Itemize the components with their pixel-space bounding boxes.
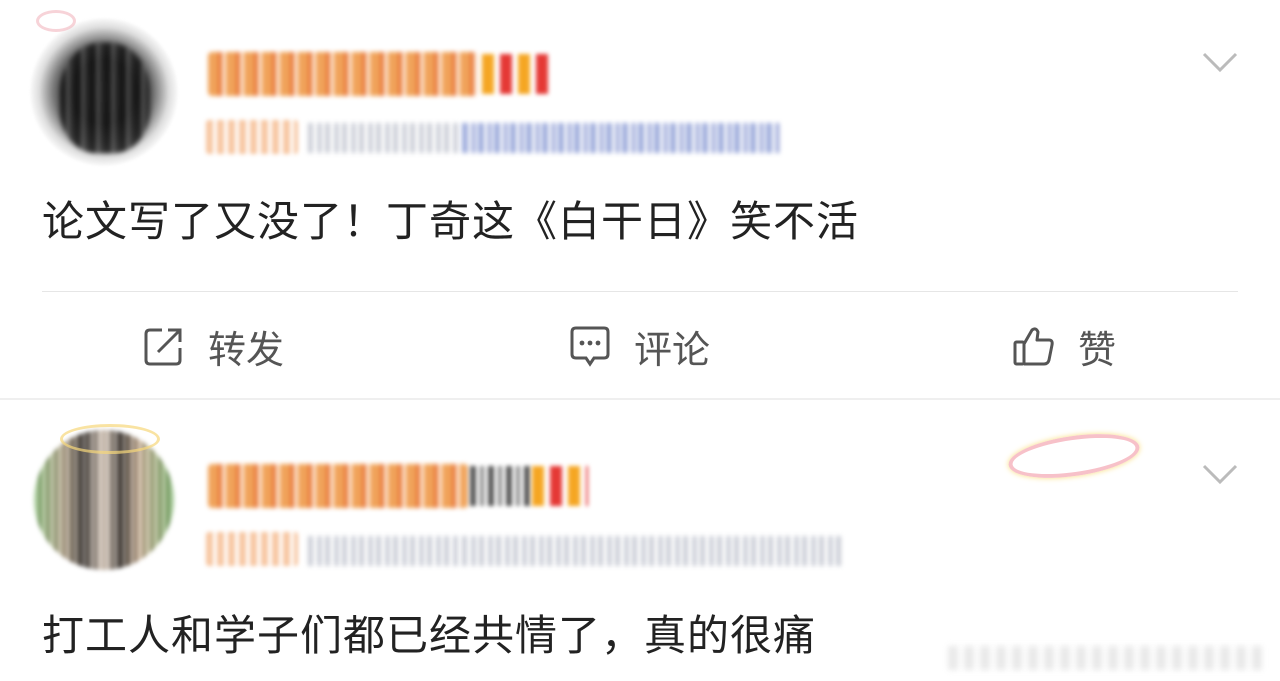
like-label: 赞	[1078, 327, 1117, 372]
action-bar: 转发 评论 赞	[0, 318, 1280, 374]
divider	[42, 291, 1238, 292]
repost-label: 转发	[208, 327, 285, 372]
comment-text: 打工人和学子们都已经共情了，真的很痛	[42, 611, 817, 660]
timestamp-blurred	[308, 123, 458, 153]
comment-card: 打工人和学子们都已经共情了，真的很痛	[0, 400, 1280, 681]
chevron-down-icon[interactable]	[1200, 50, 1240, 74]
username-blurred[interactable]	[208, 464, 468, 508]
halo-decoration	[1005, 427, 1143, 485]
like-button[interactable]: 赞	[1012, 318, 1116, 374]
timestamp-blurred	[308, 536, 458, 566]
username-blurred[interactable]	[208, 52, 478, 96]
avatar[interactable]	[30, 18, 178, 166]
repost-button[interactable]: 转发	[142, 318, 284, 374]
comment-text: 论文写了又没了！丁奇这《白干日》笑不活	[42, 197, 860, 246]
comment-bubble-icon	[570, 326, 610, 367]
edit-square-icon	[144, 328, 182, 366]
avatar-decoration	[36, 10, 76, 32]
comment-button[interactable]: 评论	[568, 318, 710, 374]
badge-icons-blurred	[470, 466, 530, 506]
badge-icons-blurred	[482, 54, 548, 94]
user-tag-blurred	[206, 120, 298, 154]
chevron-down-icon[interactable]	[1200, 462, 1240, 486]
comment-label: 评论	[634, 327, 711, 372]
user-tag-blurred	[206, 532, 298, 566]
source-blurred	[462, 123, 780, 153]
avatar-decoration	[60, 424, 160, 454]
badge-icons-blurred	[532, 466, 588, 506]
thumbs-up-icon	[1013, 327, 1054, 366]
comment-feed: 论文写了又没了！丁奇这《白干日》笑不活 转发 评论 赞 打工人和学子们都已经共情…	[0, 0, 1280, 681]
source-blurred	[462, 536, 842, 566]
watermark-blurred	[948, 646, 1268, 670]
comment-card: 论文写了又没了！丁奇这《白干日》笑不活 转发 评论 赞	[0, 0, 1280, 398]
